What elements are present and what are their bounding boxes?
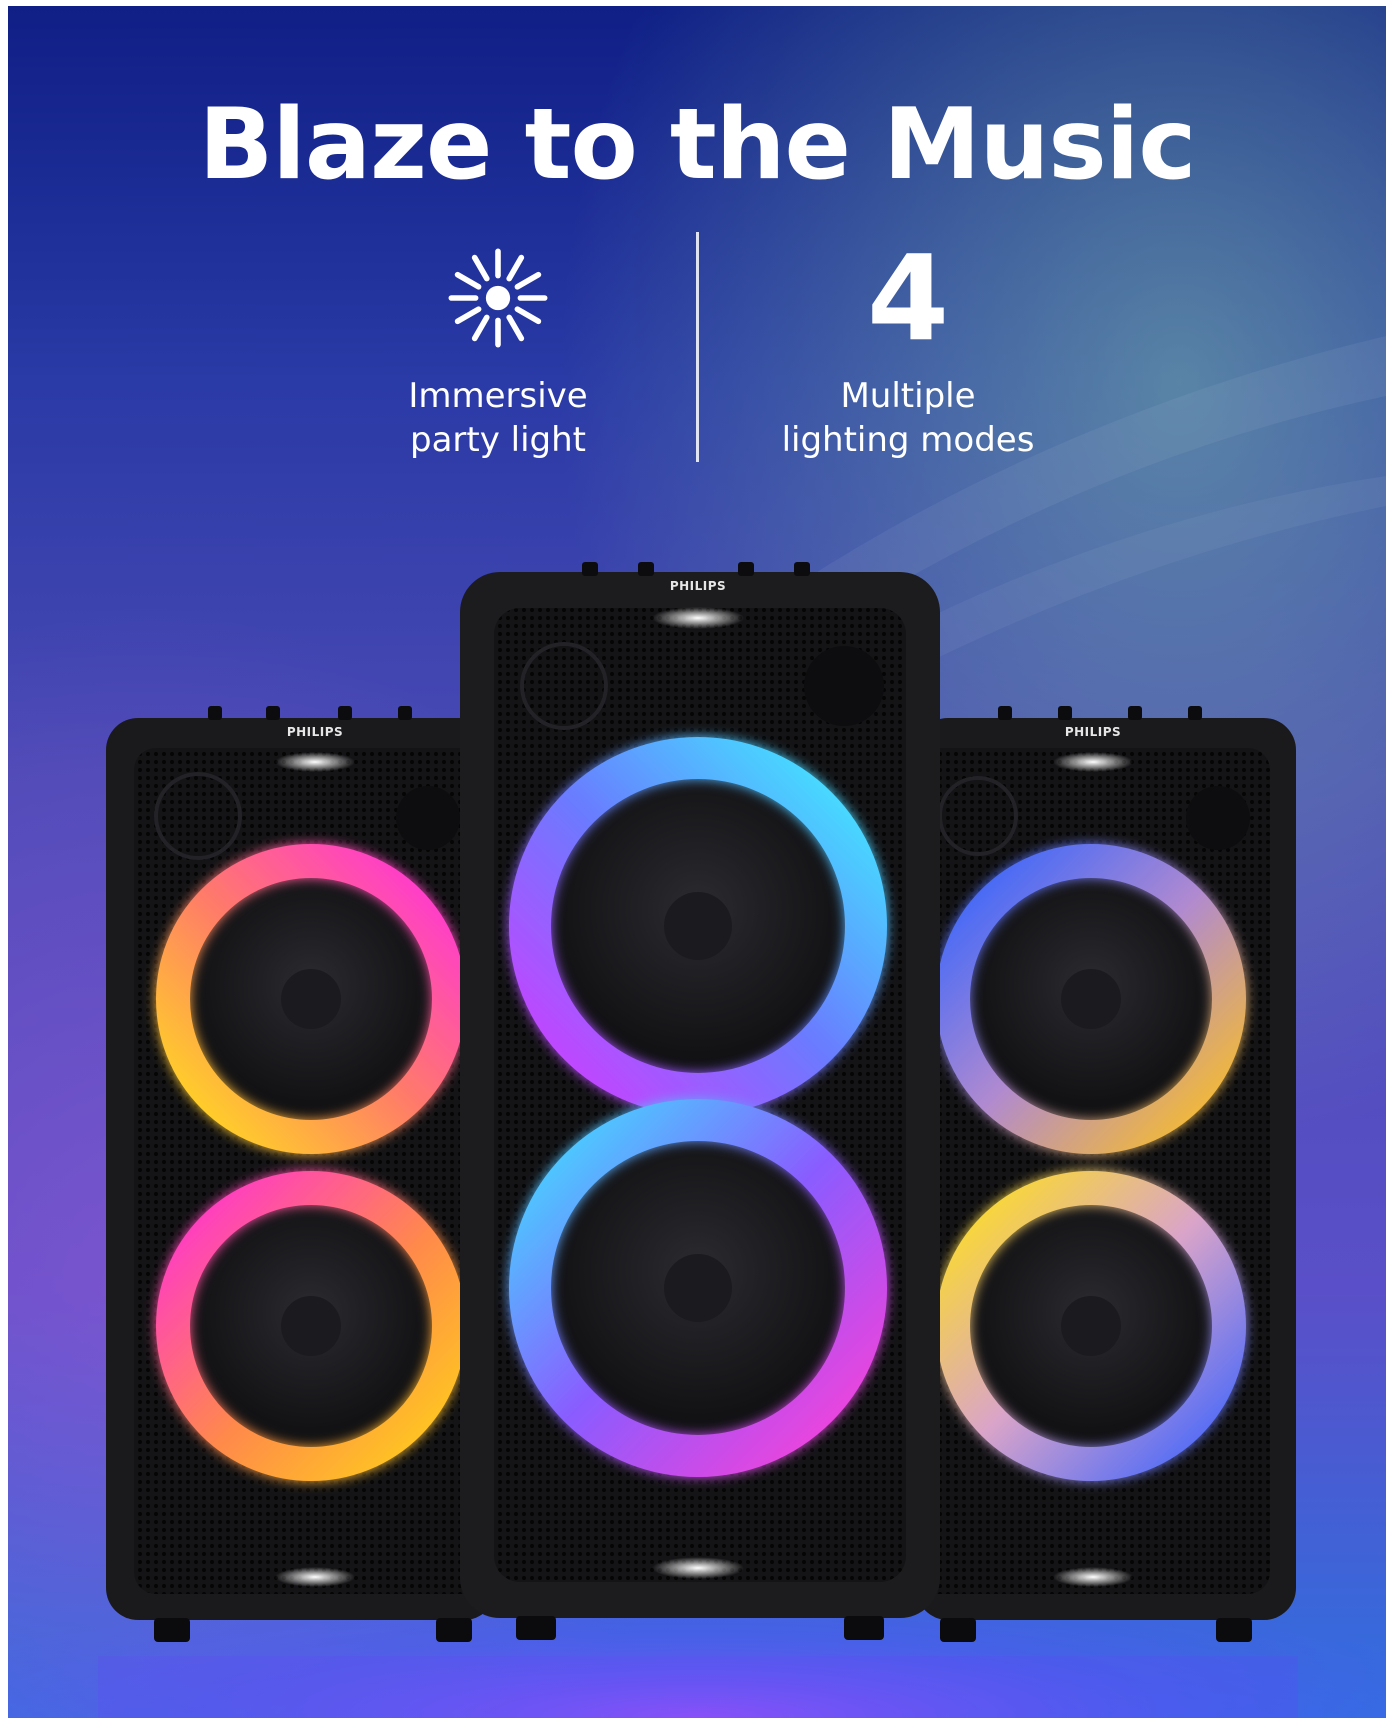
speaker-brand-logo: PHILIPS xyxy=(287,725,343,739)
speaker-left: PHILIPS xyxy=(106,706,496,1642)
speaker-brand-logo: PHILIPS xyxy=(670,579,726,593)
product-banner: Blaze to the Music Immersive party light… xyxy=(8,6,1386,1718)
speaker-right: PHILIPS xyxy=(916,706,1296,1642)
speaker-brand-logo: PHILIPS xyxy=(1065,725,1121,739)
speakers-illustration: PHILIPS PHILIPS PHILIPS xyxy=(98,562,1298,1718)
speaker-center: PHILIPS xyxy=(460,562,940,1640)
